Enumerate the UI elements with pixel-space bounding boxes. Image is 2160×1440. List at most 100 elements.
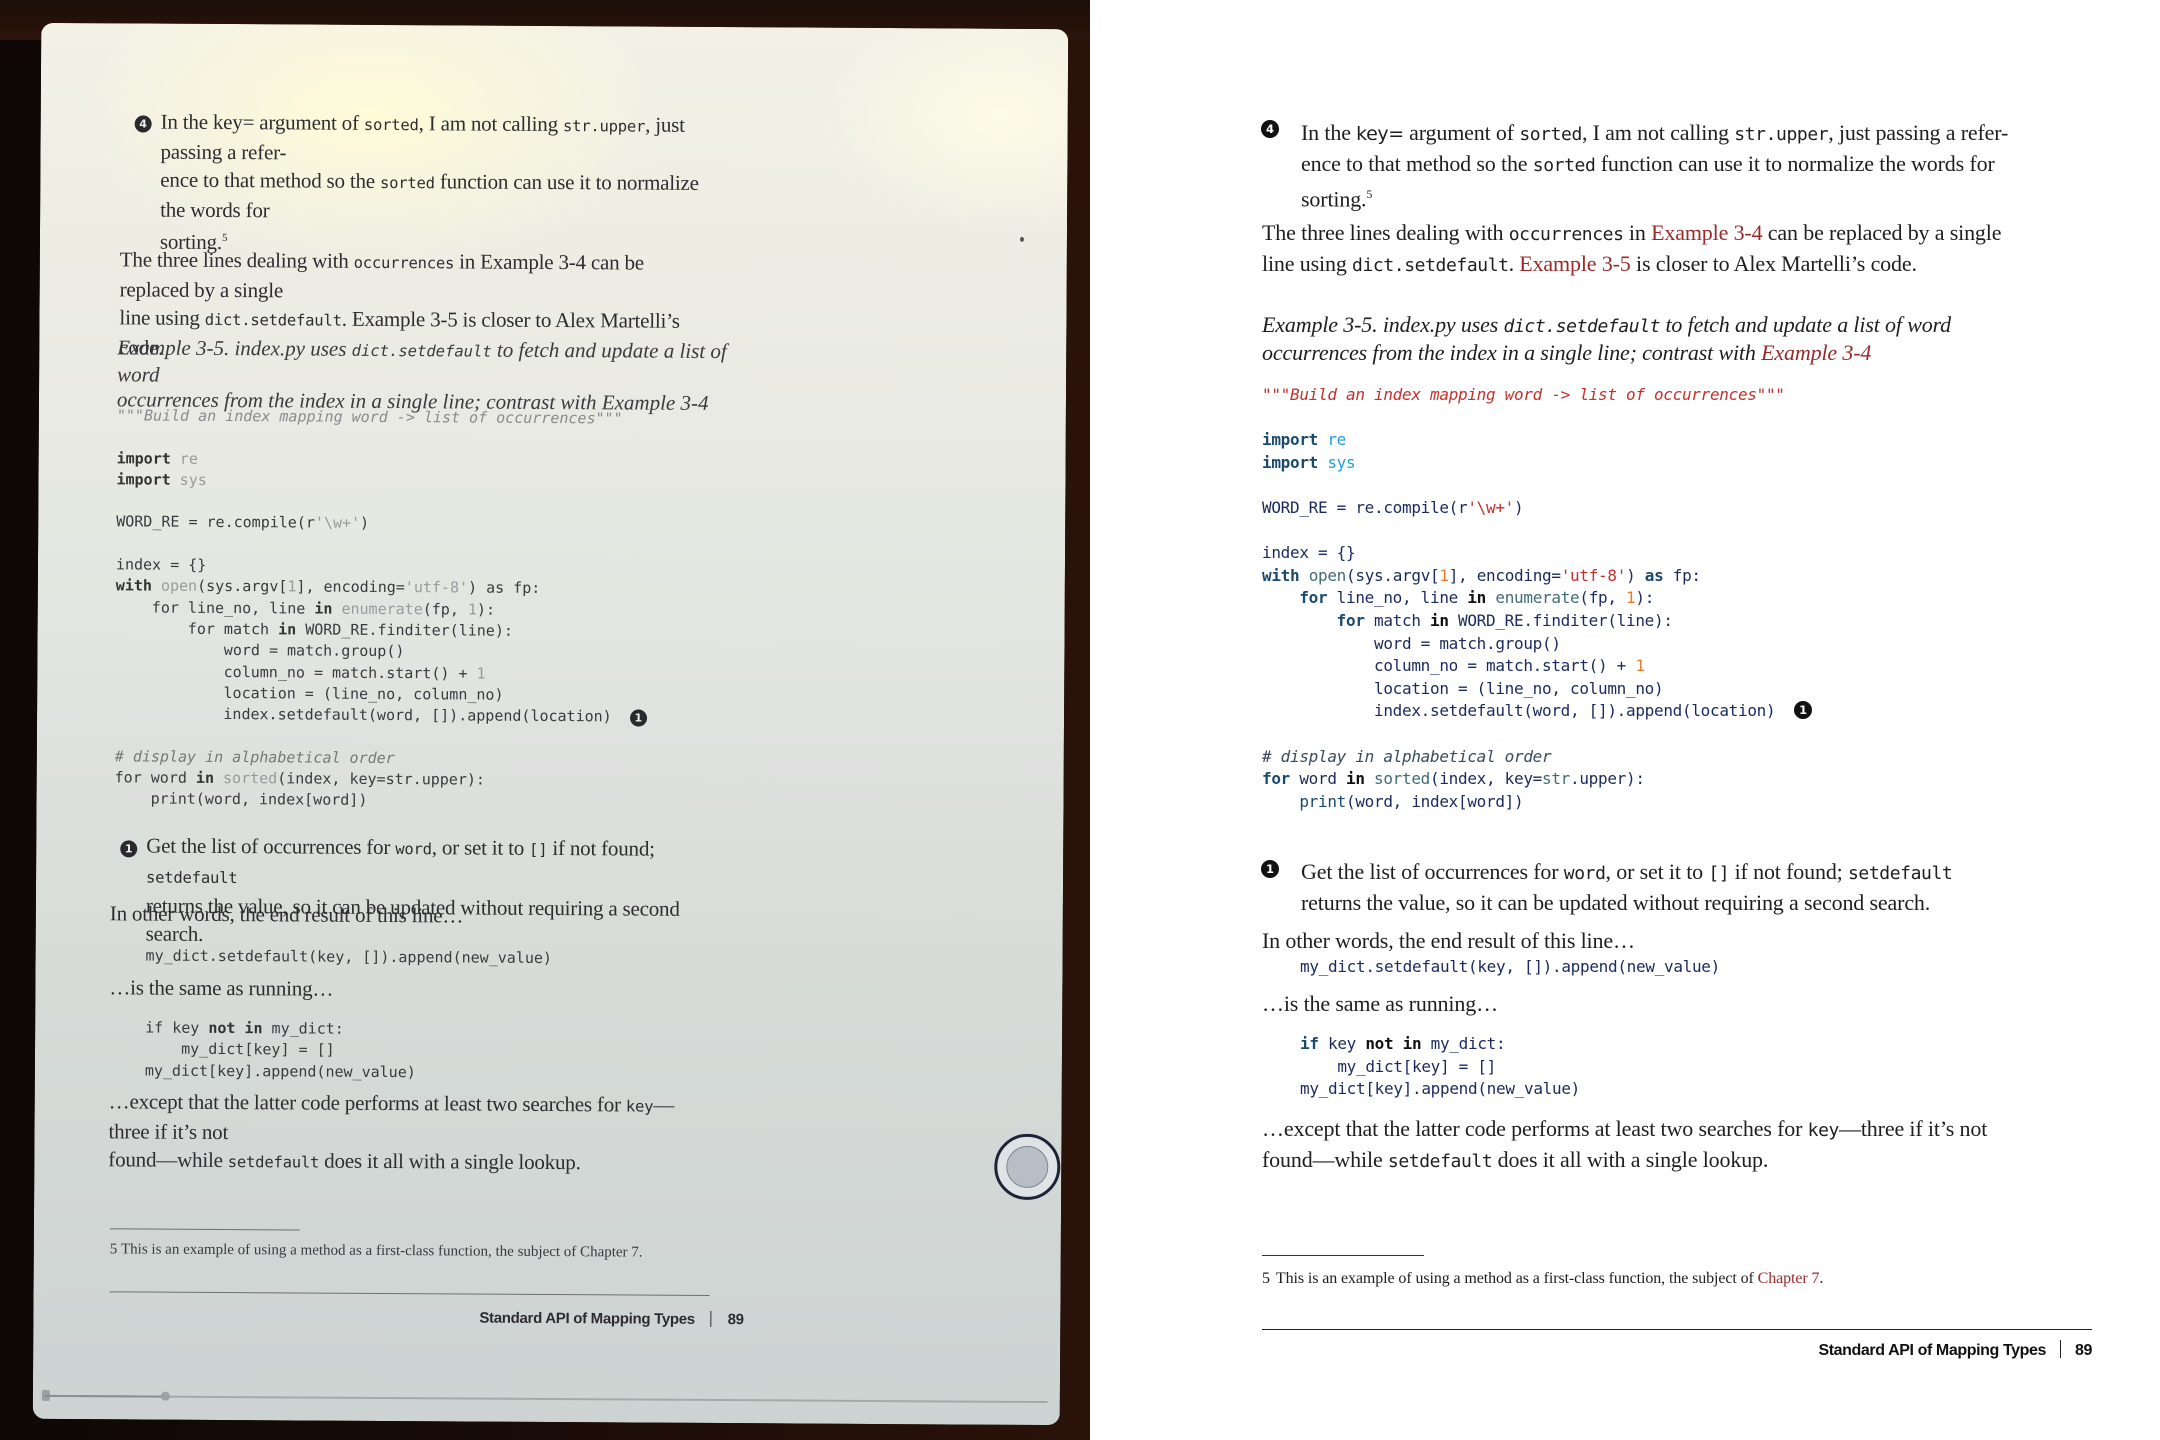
code: (sys.argv[ — [197, 577, 288, 596]
e-reader-screen: 4 In the key= argument of sorted, I am n… — [32, 22, 1069, 1426]
code-text: dict.setdefault — [204, 310, 342, 330]
example-3-4-link[interactable]: Example 3-4 — [1651, 220, 1763, 245]
paragraph-1: The three lines dealing with occurrences… — [1262, 218, 2092, 280]
footnote-ref[interactable]: 5 — [222, 232, 227, 244]
snippet-1: my_dict.setdefault(key, []).append(new_v… — [1300, 957, 1720, 976]
link[interactable]: Example 3-4 — [480, 250, 586, 275]
e-paragraph-4: …except that the latter code performs at… — [108, 1087, 709, 1179]
code: location = (line_no, column_no) — [223, 683, 504, 704]
text: . — [341, 306, 352, 331]
code: (fp, — [422, 599, 468, 619]
code-text: str.upper — [562, 117, 646, 136]
code: .upper): — [412, 770, 485, 789]
callout-1-text: Get the list of occurrences for word, or… — [1301, 857, 2131, 917]
code-keyword: in — [278, 620, 297, 639]
text: in — [454, 249, 481, 274]
code: my_dict[key].append(new_value) — [1300, 1079, 1580, 1099]
code-keyword: in — [1430, 610, 1449, 630]
chapter-7-link[interactable]: Chapter 7 — [1758, 1270, 1820, 1287]
code: word = match.group() — [223, 641, 405, 661]
floating-page-turn-button[interactable] — [994, 1133, 1061, 1201]
code-builtin: enumerate — [1495, 588, 1580, 608]
text: found—while — [1262, 1147, 1388, 1172]
code-keyword: in — [195, 768, 215, 787]
footnote-ref-link[interactable]: 5 — [1366, 187, 1372, 201]
text: in — [1623, 220, 1652, 245]
code: key — [163, 1018, 209, 1037]
code: WORD_RE.finditer(line): — [296, 620, 513, 640]
text: argument of — [254, 110, 364, 135]
code: my_dict[key].append(new_value) — [144, 1061, 416, 1081]
code-number: 1 — [287, 577, 297, 596]
snippet-2: if key not in my_dict: my_dict[key] = []… — [1300, 1033, 1580, 1101]
e-paragraph-3: …is the same as running… — [109, 975, 334, 1001]
code: ], encoding= — [1448, 565, 1561, 585]
code: (index, key= — [277, 769, 386, 789]
code: key — [1318, 1034, 1366, 1053]
footnote-number: 5 — [109, 1241, 118, 1258]
footer-title: Standard API of Mapping Types — [479, 1309, 695, 1328]
text: , I am not calling — [1581, 120, 1735, 145]
code-builtin: open — [160, 576, 198, 596]
text: ence to that method so the — [1301, 151, 1533, 176]
reading-progress-bar[interactable] — [41, 1389, 1048, 1404]
code-keyword: with — [115, 576, 153, 595]
code-builtin: open — [1308, 565, 1347, 585]
link[interactable]: Example 3-5 — [352, 307, 458, 332]
code-string: '\w+' — [314, 514, 361, 533]
code-text: sorted — [379, 173, 435, 193]
e-snippet-1: my_dict.setdefault(key, []).append(new_v… — [145, 946, 553, 968]
code-builtin: enumerate — [341, 599, 423, 618]
link[interactable]: Chapter 7 — [580, 1244, 639, 1260]
code-text: sorted — [363, 115, 419, 135]
callout-4-text: In the key= argument of sorted, I am not… — [1301, 118, 2091, 213]
text: function can use it to normalize the wor… — [1595, 151, 1995, 176]
code — [1486, 588, 1495, 607]
code: match — [214, 619, 279, 639]
code: match — [1364, 610, 1431, 630]
example-3-4-link[interactable]: Example 3-4 — [1761, 340, 1871, 365]
code-text: sorted — [1519, 124, 1582, 145]
code-keyword: with — [1262, 565, 1300, 585]
example-3-5-link[interactable]: Example 3-5 — [1519, 251, 1631, 276]
e-callout-1-text: Get the list of occurrences for word, or… — [146, 832, 707, 951]
code-text: key — [625, 1097, 654, 1116]
code: line_no, line — [178, 598, 315, 618]
code-keyword: for — [114, 768, 142, 787]
code: word — [1290, 769, 1346, 789]
code-keyword: in — [314, 599, 333, 618]
callout-1-icon: 1 — [629, 709, 647, 727]
text: Example 3-5. index.py uses — [1262, 312, 1504, 337]
code-text: dict.setdefault — [1352, 255, 1509, 276]
code-text: word — [1563, 863, 1606, 884]
text: key= — [212, 109, 255, 135]
text: , or set it to — [1605, 859, 1709, 884]
paragraph-4: …except that the latter code performs at… — [1262, 1114, 2102, 1176]
footer-separator — [710, 1310, 712, 1327]
code: word = match.group() — [1374, 633, 1561, 653]
code: ) — [467, 578, 487, 597]
text: occurrences from the index in a single l… — [1262, 340, 1762, 365]
code: my_dict: — [1421, 1034, 1506, 1053]
text: The three lines dealing with — [1262, 220, 1509, 245]
e-paragraph-2: In other words, the end result of this l… — [109, 901, 464, 928]
code-string: 'utf-8' — [404, 578, 469, 597]
footer-divider — [1262, 1329, 2092, 1330]
callout-1: 1 — [1261, 860, 1279, 880]
code-number: 1 — [1439, 565, 1449, 585]
code: ): — [476, 600, 496, 619]
code: (word, index[word]) — [195, 790, 368, 810]
code: (sys.argv[ — [1346, 565, 1440, 585]
code-module: sys — [179, 470, 207, 489]
code-keyword: if — [1300, 1034, 1319, 1053]
code: line_no, line — [1327, 588, 1468, 608]
code-text: key= — [1356, 123, 1404, 145]
footnote-divider — [109, 1228, 300, 1231]
text: . — [638, 1244, 643, 1261]
footnote-divider — [1262, 1255, 1424, 1256]
code-text: setdefault — [1848, 863, 1953, 884]
e-snippet-2: if key not in my_dict: my_dict[key] = []… — [145, 1018, 416, 1084]
code-keyword: not in — [208, 1018, 263, 1038]
progress-knob[interactable] — [161, 1391, 171, 1401]
code: (index, key= — [1430, 769, 1543, 789]
